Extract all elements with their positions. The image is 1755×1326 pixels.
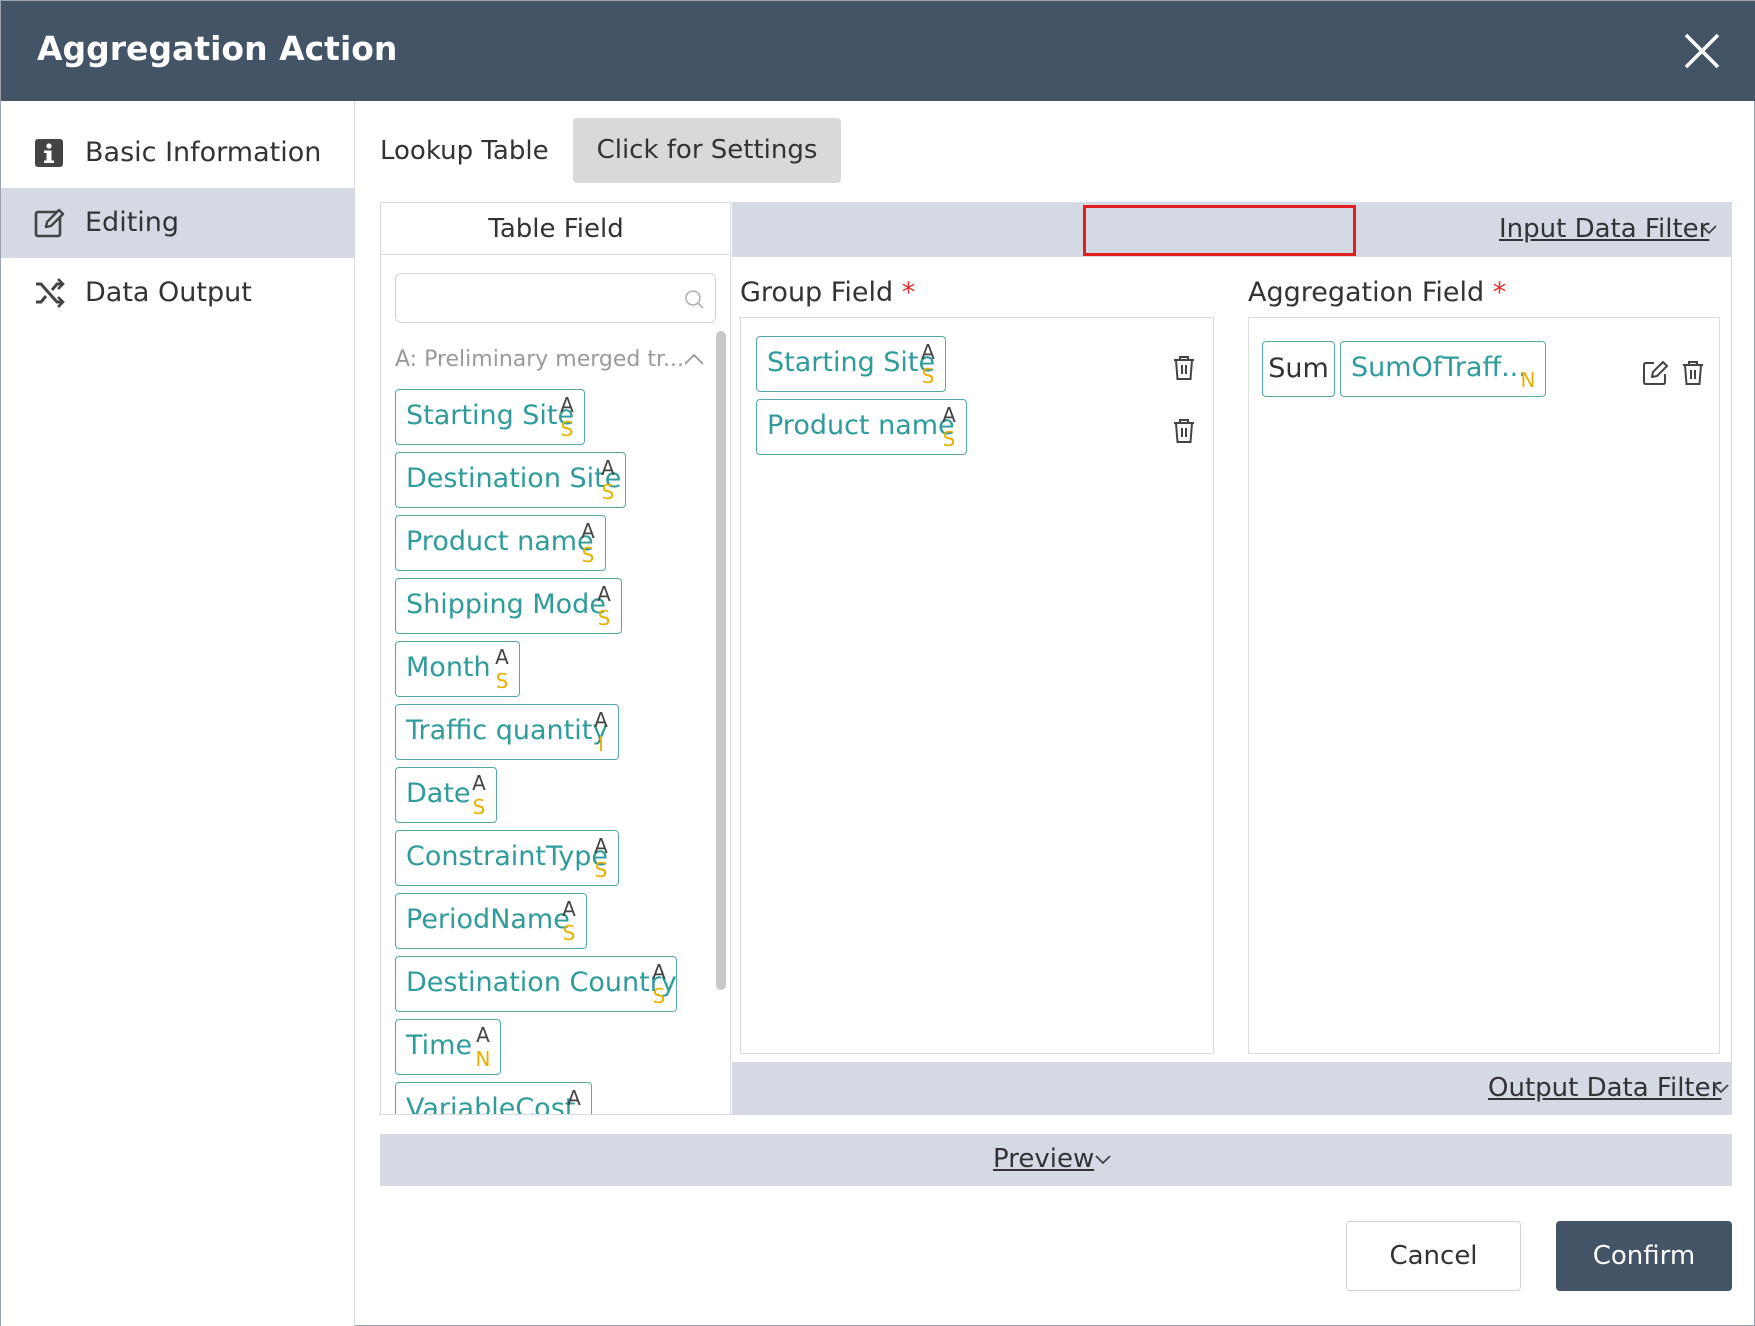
field-name: ConstraintType: [406, 841, 608, 872]
field-type-badge: A: [567, 1086, 581, 1110]
preview-bar: Preview: [380, 1134, 1732, 1186]
field-name: Destination Country: [406, 967, 677, 998]
field-chip-constraint-type[interactable]: ConstraintType AS: [395, 830, 619, 886]
confirm-button[interactable]: Confirm: [1556, 1221, 1732, 1291]
group-field-label: Group Field *: [740, 277, 916, 308]
field-chip-destination-country[interactable]: Destination Country AS: [395, 956, 677, 1012]
sidebar-item-label: Basic Information: [85, 137, 322, 168]
aggregation-chip-sum-of-traffic[interactable]: SumOfTraff... N: [1340, 341, 1546, 397]
field-chip-month[interactable]: Month AS: [395, 641, 520, 697]
sidebar-item-label: Data Output: [85, 277, 252, 308]
shuffle-icon: [36, 278, 65, 308]
search-icon: [685, 290, 704, 309]
field-type-badge: AS: [601, 456, 615, 504]
click-for-settings-button[interactable]: Click for Settings: [573, 118, 841, 183]
table-field-header: Table Field: [381, 203, 730, 255]
field-type-badge: AS: [921, 340, 935, 388]
field-type-badge: AN: [475, 1023, 491, 1071]
field-type-badge: AS: [652, 960, 666, 1008]
edit-icon[interactable]: [1642, 360, 1668, 386]
field-list-scrollbar[interactable]: [716, 331, 726, 990]
close-icon: [1684, 33, 1720, 69]
field-chip-destination-site[interactable]: Destination Site AS: [395, 452, 626, 508]
required-mark: *: [901, 277, 916, 308]
field-name: Time: [406, 1030, 473, 1061]
info-icon: [35, 139, 63, 167]
field-type-badge: AS: [597, 582, 611, 630]
field-type-badge: AS: [495, 645, 509, 693]
aggregation-operator[interactable]: Sum: [1262, 341, 1335, 397]
field-chip-product-name[interactable]: Product name AS: [395, 515, 606, 571]
required-mark: *: [1492, 277, 1507, 308]
chevron-down-icon[interactable]: [1700, 224, 1718, 236]
field-type-badge: AS: [562, 897, 576, 945]
sidebar-item-editing[interactable]: Editing: [1, 188, 354, 258]
sidebar-item-basic-information[interactable]: Basic Information: [1, 118, 354, 188]
field-type-badge: AI: [594, 708, 608, 756]
group-field-name: Starting Site: [767, 347, 936, 378]
dialog-titlebar: Aggregation Action: [1, 1, 1755, 101]
aggregation-field-box[interactable]: [1248, 317, 1720, 1054]
field-type-badge: AS: [472, 771, 486, 819]
aggregation-action-dialog: Aggregation Action Basic Information Edi…: [0, 0, 1755, 1326]
field-type-badge: N: [1520, 368, 1536, 392]
trash-icon[interactable]: [1681, 360, 1705, 386]
field-type-badge: AS: [942, 403, 956, 451]
preview-toggle[interactable]: Preview: [993, 1144, 1094, 1174]
field-search-input[interactable]: [395, 273, 716, 323]
field-type-badge: AS: [581, 519, 595, 567]
cancel-button[interactable]: Cancel: [1346, 1221, 1521, 1291]
field-group-label: A: Preliminary merged tr...: [395, 347, 685, 372]
field-chip-time[interactable]: Time AN: [395, 1019, 501, 1075]
field-chip-shipping-mode[interactable]: Shipping Mode AS: [395, 578, 622, 634]
field-chip-traffic-quantity[interactable]: Traffic quantity AI: [395, 704, 619, 760]
edit-icon: [34, 208, 65, 238]
field-chip-variable-cost[interactable]: VariableCost A: [395, 1082, 592, 1115]
chevron-down-icon[interactable]: [1094, 1154, 1112, 1166]
field-chip-date[interactable]: Date AS: [395, 767, 497, 823]
field-name: Product name: [406, 526, 594, 557]
field-type-badge: AS: [560, 393, 574, 441]
output-data-filter-bar: Output Data Filter: [732, 1062, 1731, 1114]
field-name: Month: [406, 652, 491, 683]
field-name: Traffic quantity: [406, 715, 609, 746]
field-type-badge: AS: [594, 834, 608, 882]
field-name: VariableCost: [406, 1093, 576, 1115]
trash-icon[interactable]: [1172, 418, 1196, 444]
dialog-title: Aggregation Action: [37, 29, 398, 68]
sidebar-item-data-output[interactable]: Data Output: [1, 258, 354, 328]
aggregation-field-name: SumOfTraff...: [1351, 352, 1527, 383]
group-chip-starting-site[interactable]: Starting Site AS: [756, 336, 946, 392]
close-button[interactable]: [1680, 29, 1724, 73]
field-name: PeriodName: [406, 904, 570, 935]
group-field-name: Product name: [767, 410, 955, 441]
group-chip-product-name[interactable]: Product name AS: [756, 399, 967, 455]
input-data-filter-toggle[interactable]: Input Data Filter: [1499, 214, 1709, 244]
chevron-down-icon[interactable]: [1712, 1083, 1730, 1095]
field-name: Date: [406, 778, 471, 809]
output-data-filter-toggle[interactable]: Output Data Filter: [1488, 1073, 1721, 1103]
aggregation-field-label: Aggregation Field *: [1248, 277, 1507, 308]
lookup-table-label: Lookup Table: [380, 136, 549, 166]
field-chip-starting-site[interactable]: Starting Site AS: [395, 389, 585, 445]
chevron-up-icon[interactable]: [681, 349, 707, 369]
field-name: Starting Site: [406, 400, 575, 431]
sidebar-item-label: Editing: [85, 207, 180, 238]
field-name: Destination Site: [406, 463, 622, 494]
field-name: Shipping Mode: [406, 589, 606, 620]
sidebar: Basic Information Editing Data Output: [1, 101, 355, 1326]
highlight-annotation: [1083, 205, 1356, 256]
trash-icon[interactable]: [1172, 355, 1196, 381]
table-field-column: Table Field A: Preliminary merged tr... …: [381, 203, 731, 1115]
field-chip-period-name[interactable]: PeriodName AS: [395, 893, 587, 949]
